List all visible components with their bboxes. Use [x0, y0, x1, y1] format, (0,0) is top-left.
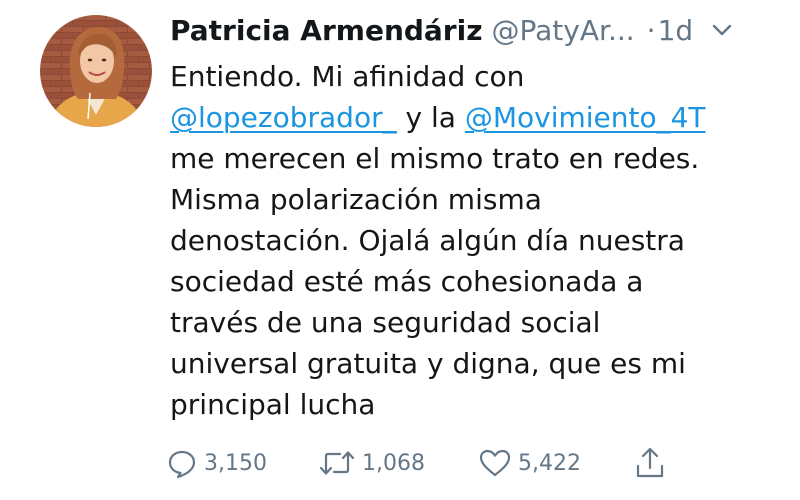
tweet-actions: 3,150 1,068 5,422 — [166, 443, 706, 483]
tweet-text-segment: principal lucha — [170, 388, 376, 421]
tweet-card[interactable]: Patricia Armendáriz @PatyAr... · 1d Enti… — [0, 0, 800, 500]
tweet-text-segment: me merecen el mismo trato en redes. — [170, 142, 700, 175]
tweet-text-line: sociedad esté más cohesionada a — [170, 261, 790, 302]
author-display-name[interactable]: Patricia Armendáriz — [170, 14, 483, 47]
tweet-header: Patricia Armendáriz @PatyAr... · 1d — [170, 10, 782, 50]
tweet-text-line: Entiendo. Mi afinidad con — [170, 56, 790, 97]
mention-link[interactable]: @lopezobrador_ — [170, 101, 397, 134]
separator-dot: · — [646, 13, 656, 47]
tweet-text-line: principal lucha — [170, 384, 790, 425]
tweet-text-segment: universal gratuita y digna, que es mi — [170, 347, 686, 380]
like-count: 5,422 — [518, 450, 581, 476]
like-button[interactable]: 5,422 — [478, 443, 581, 483]
tweet-text: Entiendo. Mi afinidad con @lopezobrador_ … — [170, 56, 790, 425]
mention-link[interactable]: @Movimiento_4T — [465, 101, 706, 134]
tweet-text-segment: denostación. Ojalá algún día nuestra — [170, 224, 685, 257]
tweet-text-line: @lopezobrador_ y la @Movimiento_4T — [170, 97, 790, 138]
tweet-text-line: denostación. Ojalá algún día nuestra — [170, 220, 790, 261]
reply-icon — [166, 447, 198, 479]
tweet-timestamp[interactable]: 1d — [658, 14, 694, 47]
share-button[interactable] — [634, 443, 666, 483]
reply-count: 3,150 — [204, 450, 267, 476]
tweet-text-line: universal gratuita y digna, que es mi — [170, 343, 790, 384]
tweet-text-segment: Misma polarización misma — [170, 183, 542, 216]
tweet-text-segment: y la — [396, 101, 465, 134]
tweet-text-line: Misma polarización misma — [170, 179, 790, 220]
heart-icon — [478, 447, 512, 479]
author-handle[interactable]: @PatyAr... — [492, 14, 635, 47]
tweet-text-line: través de una seguridad social — [170, 302, 790, 343]
tweet-text-segment: Entiendo. Mi afinidad con — [170, 60, 525, 93]
tweet-text-segment: través de una seguridad social — [170, 306, 601, 339]
profile-photo — [40, 15, 152, 127]
tweet-text-line: me merecen el mismo trato en redes. — [170, 138, 790, 179]
retweet-icon — [318, 447, 356, 479]
retweet-count: 1,068 — [362, 450, 425, 476]
retweet-button[interactable]: 1,068 — [318, 443, 425, 483]
reply-button[interactable]: 3,150 — [166, 443, 267, 483]
chevron-down-icon[interactable] — [707, 15, 737, 45]
share-icon — [634, 446, 666, 480]
tweet-text-segment: sociedad esté más cohesionada a — [170, 265, 644, 298]
avatar[interactable] — [40, 15, 152, 127]
